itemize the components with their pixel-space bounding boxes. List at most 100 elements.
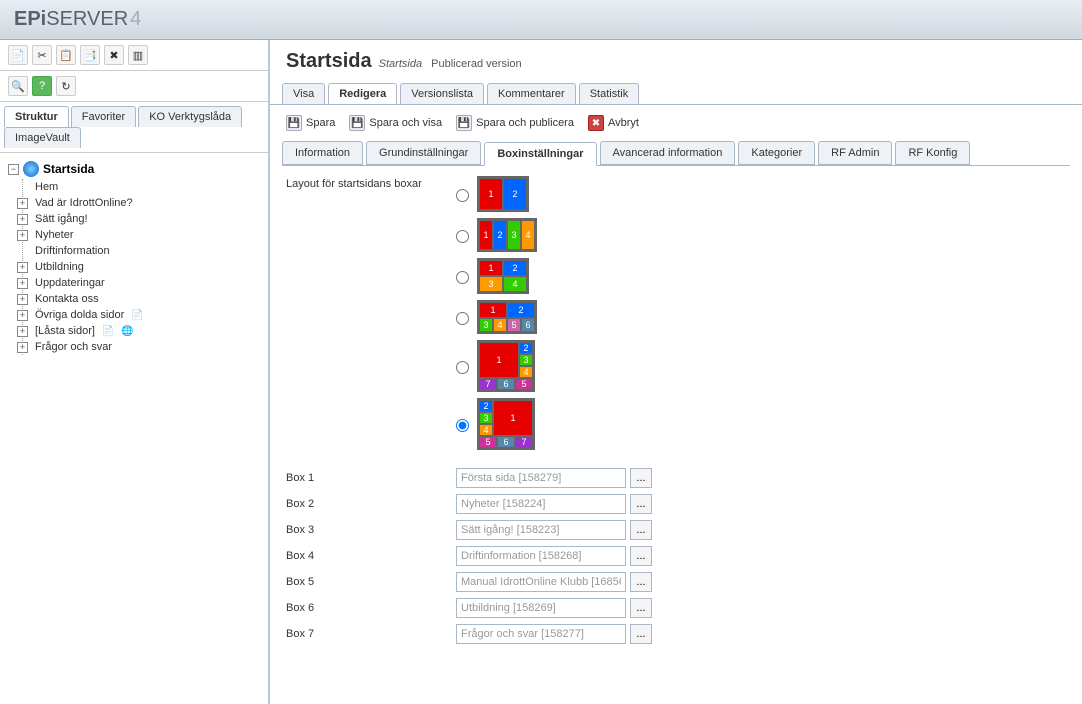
sidebar-tab-0[interactable]: Struktur <box>4 106 69 127</box>
tree-collapse-icon[interactable]: − <box>8 164 19 175</box>
box-input-1[interactable] <box>456 468 626 488</box>
save-button[interactable]: 💾Spara <box>286 115 335 131</box>
tree-item-label: Kontakta oss <box>35 293 99 305</box>
content-tab-6[interactable]: RF Konfig <box>895 141 970 165</box>
sidebar-tab-2[interactable]: KO Verktygslåda <box>138 106 242 127</box>
box-browse-button-3[interactable]: ... <box>630 520 652 540</box>
layout-radio-3[interactable] <box>456 271 469 284</box>
tree-item-5[interactable]: +Utbildning <box>31 259 260 275</box>
box-row-6: Box 6... <box>286 598 1066 618</box>
sidebar-tab-1[interactable]: Favoriter <box>71 106 136 127</box>
tree-expand-icon[interactable]: + <box>17 294 28 305</box>
tree-expand-icon[interactable]: + <box>17 326 28 337</box>
cancel-icon: ✖ <box>588 115 604 131</box>
layout-option-1[interactable]: 1 2 <box>456 176 537 212</box>
sidebar-subtab-0[interactable]: ImageVault <box>4 127 81 148</box>
layout-radio-4[interactable] <box>456 312 469 325</box>
box-browse-button-6[interactable]: ... <box>630 598 652 618</box>
tree-item-4[interactable]: Driftinformation <box>31 243 260 259</box>
save-icon: 💾 <box>286 115 302 131</box>
box-input-3[interactable] <box>456 520 626 540</box>
properties-icon[interactable]: ▥ <box>128 45 148 65</box>
box-browse-button-4[interactable]: ... <box>630 546 652 566</box>
tree-expand-icon[interactable]: + <box>17 198 28 209</box>
copy-icon[interactable]: 📋 <box>56 45 76 65</box>
box-label-5: Box 5 <box>286 576 456 588</box>
main-panel: Startsida Startsida Publicerad version V… <box>270 40 1082 704</box>
tree-item-extra-icon: 🌐 <box>121 326 133 337</box>
tree-item-6[interactable]: +Uppdateringar <box>31 275 260 291</box>
layout-option-2[interactable]: 1 2 3 4 <box>456 218 537 252</box>
box-browse-button-2[interactable]: ... <box>630 494 652 514</box>
content-tab-1[interactable]: Grundinställningar <box>366 141 481 165</box>
cancel-label: Avbryt <box>608 117 639 129</box>
box-browse-button-5[interactable]: ... <box>630 572 652 592</box>
sidebar: 📄 ✂ 📋 📑 ✖ ▥ 🔍 ? ↻ StrukturFavoriterKO Ve… <box>0 40 270 704</box>
tree-expand-icon[interactable]: + <box>17 262 28 273</box>
help-icon[interactable]: ? <box>32 76 52 96</box>
tree-item-label: Vad är IdrottOnline? <box>35 197 133 209</box>
tree-expand-icon[interactable]: + <box>17 278 28 289</box>
save-view-label: Spara och visa <box>369 117 442 129</box>
layout-option-6[interactable]: 2 3 4 1 5 6 7 <box>456 398 537 450</box>
tree-expand-icon[interactable]: + <box>17 214 28 225</box>
box-browse-button-7[interactable]: ... <box>630 624 652 644</box>
view-tab-4[interactable]: Statistik <box>579 83 640 104</box>
content-tab-5[interactable]: RF Admin <box>818 141 892 165</box>
layout-radio-6[interactable] <box>456 419 469 432</box>
layout-thumb-1: 1 2 <box>477 176 529 212</box>
new-page-icon[interactable]: 📄 <box>8 45 28 65</box>
layout-option-3[interactable]: 1 2 3 4 <box>456 258 537 294</box>
box-row-7: Box 7... <box>286 624 1066 644</box>
tree-item-10[interactable]: +Frågor och svar <box>31 339 260 355</box>
layout-radio-5[interactable] <box>456 361 469 374</box>
layout-option-4[interactable]: 1 2 3 4 5 6 <box>456 300 537 334</box>
tree-item-label: [Låsta sidor] <box>35 325 95 337</box>
box-input-4[interactable] <box>456 546 626 566</box>
save-publish-button[interactable]: 💾Spara och publicera <box>456 115 574 131</box>
tree-item-1[interactable]: +Vad är IdrottOnline? <box>31 195 260 211</box>
box-input-5[interactable] <box>456 572 626 592</box>
tree-expand-icon[interactable]: + <box>17 230 28 241</box>
box-browse-button-1[interactable]: ... <box>630 468 652 488</box>
delete-icon[interactable]: ✖ <box>104 45 124 65</box>
tree-item-7[interactable]: +Kontakta oss <box>31 291 260 307</box>
view-tab-2[interactable]: Versionslista <box>400 83 484 104</box>
refresh-icon[interactable]: ↻ <box>56 76 76 96</box>
save-publish-label: Spara och publicera <box>476 117 574 129</box>
tree-item-2[interactable]: +Sätt igång! <box>31 211 260 227</box>
layout-options: 1 2 1 2 3 4 <box>456 176 537 450</box>
layout-option-5[interactable]: 1 2 3 4 7 6 5 <box>456 340 537 392</box>
content-tab-2[interactable]: Boxinställningar <box>484 142 596 166</box>
content-tab-4[interactable]: Kategorier <box>738 141 815 165</box>
box-input-6[interactable] <box>456 598 626 618</box>
tree-item-label: Nyheter <box>35 229 74 241</box>
save-view-button[interactable]: 💾Spara och visa <box>349 115 442 131</box>
content-tab-0[interactable]: Information <box>282 141 363 165</box>
tree-root[interactable]: − Startsida <box>8 159 260 179</box>
sidebar-toolbar-1: 📄 ✂ 📋 📑 ✖ ▥ <box>0 40 268 71</box>
layout-radio-1[interactable] <box>456 189 469 202</box>
tree-item-9[interactable]: +[Låsta sidor]📄🌐 <box>31 323 260 339</box>
layout-radio-2[interactable] <box>456 230 469 243</box>
box-input-7[interactable] <box>456 624 626 644</box>
tree-item-label: Frågor och svar <box>35 341 112 353</box>
view-tab-1[interactable]: Redigera <box>328 83 397 104</box>
tree-expand-icon[interactable]: + <box>17 310 28 321</box>
tree-item-0[interactable]: Hem <box>31 179 260 195</box>
paste-icon[interactable]: 📑 <box>80 45 100 65</box>
tree-expand-icon[interactable]: + <box>17 342 28 353</box>
view-tabs: VisaRedigeraVersionslistaKommentarerStat… <box>270 77 1082 105</box>
box-input-2[interactable] <box>456 494 626 514</box>
box-label-2: Box 2 <box>286 498 456 510</box>
search-icon[interactable]: 🔍 <box>8 76 28 96</box>
content-tab-3[interactable]: Avancerad information <box>600 141 736 165</box>
view-tab-0[interactable]: Visa <box>282 83 325 104</box>
tree-item-3[interactable]: +Nyheter <box>31 227 260 243</box>
cancel-button[interactable]: ✖ Avbryt <box>588 115 639 131</box>
cut-icon[interactable]: ✂ <box>32 45 52 65</box>
content-body: Layout för startsidans boxar 1 2 <box>282 165 1070 660</box>
page-tree: − Startsida Hem+Vad är IdrottOnline?+Sät… <box>0 153 268 704</box>
tree-item-8[interactable]: +Övriga dolda sidor📄 <box>31 307 260 323</box>
view-tab-3[interactable]: Kommentarer <box>487 83 576 104</box>
